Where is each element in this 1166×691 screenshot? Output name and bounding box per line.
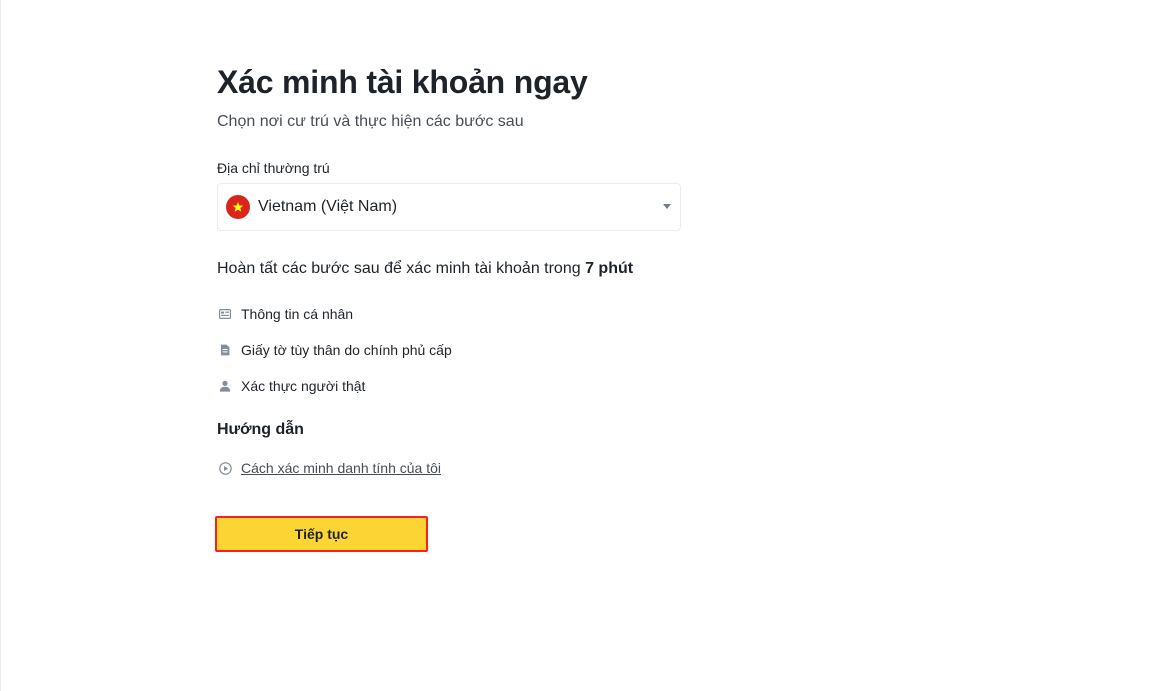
residence-label: Địa chỉ thường trú [217,160,330,176]
steps-list: Thông tin cá nhân Giấy tờ tùy thân do ch… [217,304,681,396]
step-item: Giấy tờ tùy thân do chính phủ cấp [217,340,681,360]
step-item: Xác thực người thật [217,376,681,396]
time-estimate-text: Hoàn tất các bước sau để xác minh tài kh… [217,260,581,277]
vietnam-flag-icon [226,195,250,219]
step-item: Thông tin cá nhân [217,304,681,324]
id-card-icon [217,306,233,322]
step-label: Giấy tờ tùy thân do chính phủ cấp [241,342,452,358]
country-select-value: Vietnam (Việt Nam) [258,198,398,215]
step-label: Thông tin cá nhân [241,306,354,322]
play-circle-icon [217,460,233,476]
page-subtitle: Chọn nơi cư trú và thực hiện các bước sa… [217,113,524,130]
step-label: Xác thực người thật [241,378,366,394]
page-title: Xác minh tài khoản ngay [217,64,588,100]
time-estimate-duration: 7 phút [585,260,634,277]
guide-link-row[interactable]: Cách xác minh danh tính của tôi [217,458,681,478]
page-left-border [0,0,1,691]
guide-heading: Hướng dẫn [217,421,304,438]
guide-link[interactable]: Cách xác minh danh tính của tôi [241,458,441,478]
continue-button[interactable]: Tiếp tục [215,516,428,552]
caret-down-icon [663,204,671,209]
time-estimate: Hoàn tất các bước sau để xác minh tài kh… [217,258,681,280]
verification-panel: Xác minh tài khoản ngay Chọn nơi cư trú … [217,62,681,478]
person-icon [217,378,233,394]
document-icon [217,342,233,358]
country-select[interactable]: Vietnam (Việt Nam) [217,183,681,231]
